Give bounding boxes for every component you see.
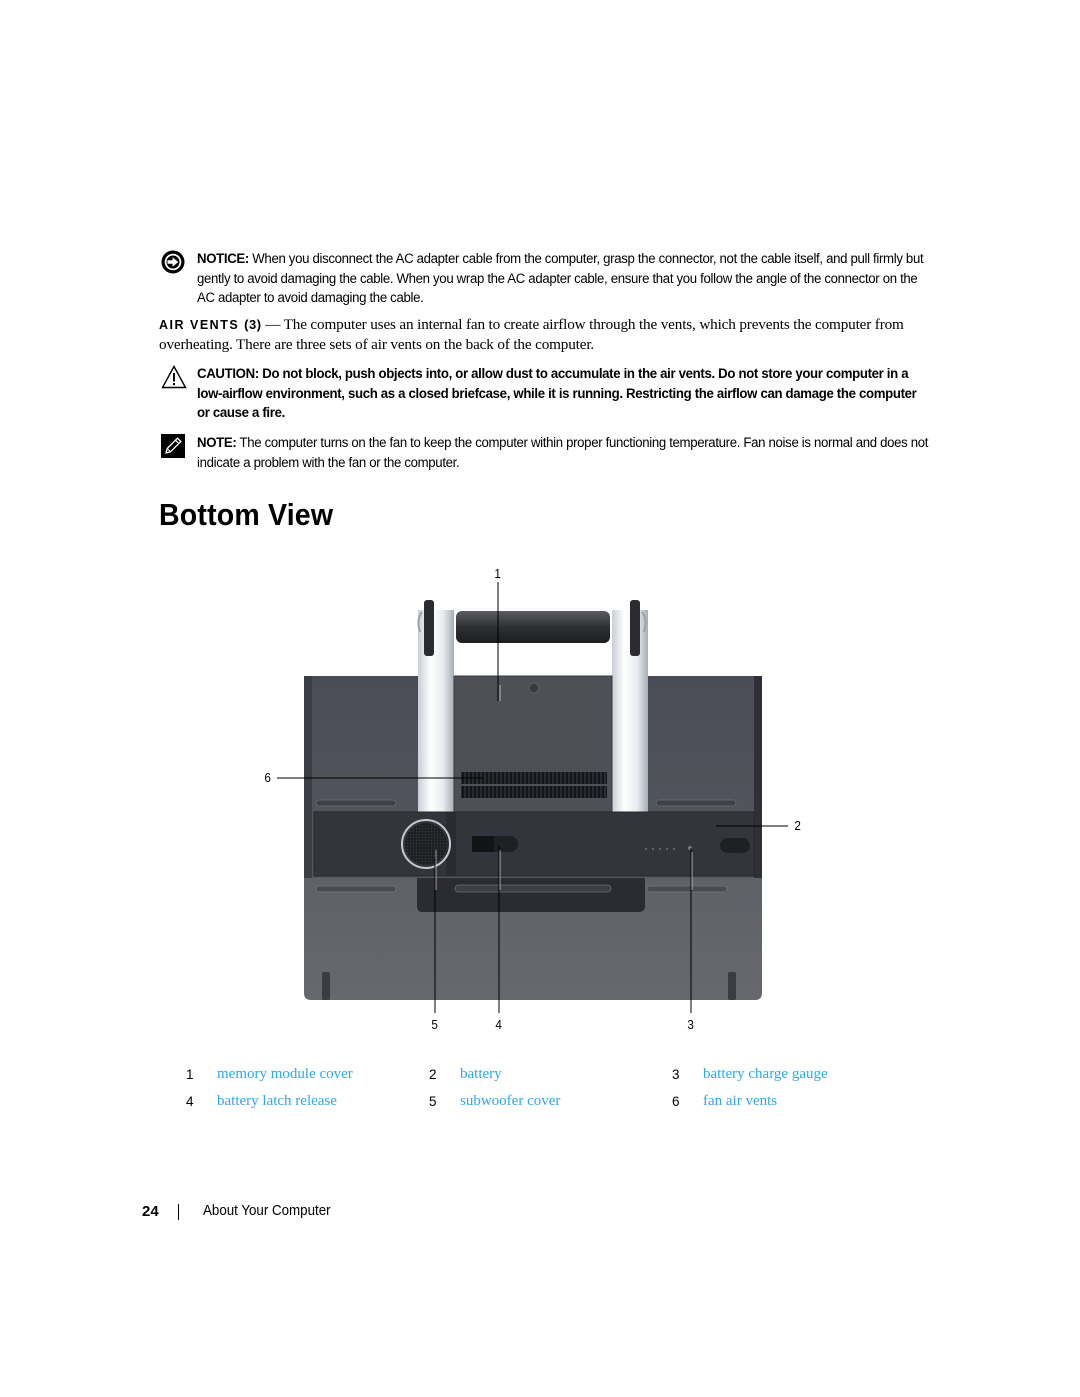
em-dash: —	[261, 316, 284, 333]
subwoofer-cover	[405, 823, 447, 865]
page-number: 24	[142, 1203, 159, 1220]
caution-text: CAUTION: Do not block, push objects into…	[197, 365, 932, 424]
handle-arm-left	[418, 610, 454, 812]
cover-screw	[528, 682, 540, 694]
legend-link-battery[interactable]: battery	[460, 1066, 502, 1083]
notice-body: When you disconnect the AC adapter cable…	[197, 251, 924, 306]
legend-number: 6	[672, 1094, 680, 1109]
notice-text: NOTICE: When you disconnect the AC adapt…	[197, 250, 932, 309]
footer-section-title: About Your Computer	[203, 1203, 331, 1219]
fan-air-vents-bottom	[461, 786, 607, 798]
callout-3: 3	[687, 1017, 694, 1032]
legend-row: 1 memory module cover 2 battery 3 batter…	[186, 1066, 886, 1093]
note-body: The computer turns on the fan to keep th…	[197, 435, 929, 471]
legend-number: 1	[186, 1067, 194, 1082]
caution-triangle-icon	[161, 365, 187, 389]
legend-link-memory-module-cover[interactable]: memory module cover	[217, 1066, 353, 1083]
air-vents-paragraph: AIR VENTS (3) — The computer uses an int…	[159, 315, 919, 355]
handle-end-cap-left	[424, 600, 434, 656]
note-label: NOTE:	[197, 435, 237, 451]
callout-2: 2	[794, 818, 801, 833]
notice-label: NOTICE:	[197, 251, 249, 267]
legend-number: 3	[672, 1067, 680, 1082]
legend-link-battery-charge-gauge[interactable]: battery charge gauge	[703, 1066, 828, 1083]
footer-divider	[178, 1204, 179, 1220]
handle-grip	[456, 611, 610, 643]
air-vents-term-label: AIR VENTS	[159, 318, 240, 332]
caution-label: CAUTION:	[197, 366, 259, 382]
notice-arrow-icon	[161, 250, 185, 274]
caution-admonition: CAUTION: Do not block, push objects into…	[161, 365, 931, 424]
handle-end-cap-right	[630, 600, 640, 656]
legend-link-fan-air-vents[interactable]: fan air vents	[703, 1093, 777, 1110]
legend-link-battery-latch-release[interactable]: battery latch release	[217, 1093, 337, 1110]
legend-row: 4 battery latch release 5 subwoofer cove…	[186, 1093, 886, 1120]
note-admonition: NOTE: The computer turns on the fan to k…	[161, 434, 931, 473]
section-heading: Bottom View	[159, 497, 334, 532]
callout-6: 6	[264, 770, 271, 785]
caution-body: Do not block, push objects into, or allo…	[197, 366, 917, 421]
battery	[313, 811, 755, 877]
legend-number: 5	[429, 1094, 437, 1109]
note-pencil-icon	[161, 434, 185, 458]
air-vents-term-number: (3)	[244, 317, 262, 332]
air-vents-term: AIR VENTS (3)	[159, 317, 262, 332]
battery-bay	[417, 878, 645, 912]
legend-number: 4	[186, 1094, 194, 1109]
bottom-view-figure: 1 2 3 4 5 6	[250, 560, 810, 1040]
callout-1: 1	[494, 566, 501, 581]
laptop-bottom-illustration	[277, 582, 788, 1013]
callout-4: 4	[495, 1017, 502, 1032]
figure-legend: 1 memory module cover 2 battery 3 batter…	[186, 1066, 886, 1120]
legend-link-subwoofer-cover[interactable]: subwoofer cover	[460, 1093, 560, 1110]
notice-admonition: NOTICE: When you disconnect the AC adapt…	[161, 250, 931, 309]
note-text: NOTE: The computer turns on the fan to k…	[197, 434, 932, 473]
callout-5: 5	[431, 1017, 438, 1032]
legend-number: 2	[429, 1067, 437, 1082]
battery-side-latch	[720, 838, 750, 853]
